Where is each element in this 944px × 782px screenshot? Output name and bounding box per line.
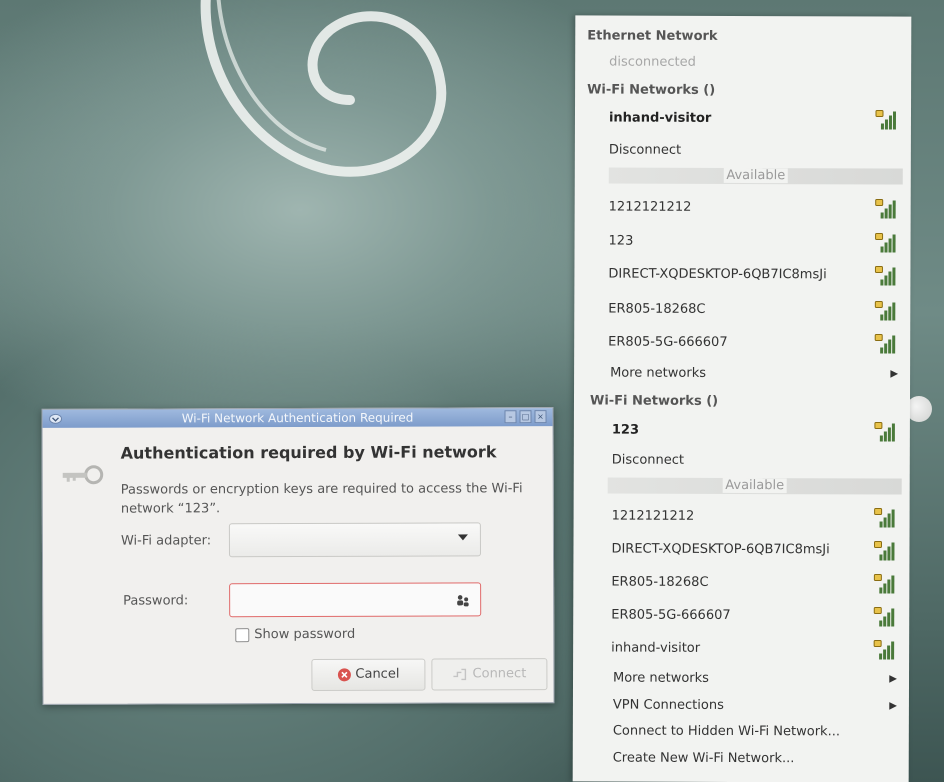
window-menu-icon[interactable] bbox=[48, 413, 63, 425]
wifi-signal-locked-icon bbox=[875, 232, 896, 253]
connect-label: Connect bbox=[472, 666, 527, 682]
wifi-item[interactable]: 123 bbox=[575, 229, 911, 254]
wifi-item[interactable]: DIRECT-XQDESKTOP-6QB7IC8msJi bbox=[574, 262, 910, 287]
available-separator-2: Available bbox=[607, 477, 902, 496]
wifi-item[interactable]: ER805-18268C bbox=[573, 570, 909, 595]
password-label: Password: bbox=[123, 593, 189, 609]
wifi-signal-locked-icon bbox=[873, 540, 895, 561]
wifi-signal-locked-icon bbox=[874, 507, 895, 528]
connect-hidden-wifi[interactable]: Connect to Hidden Wi-Fi Network... bbox=[573, 719, 909, 744]
wifi-disconnect-2[interactable]: Disconnect bbox=[574, 448, 910, 473]
wifi-item[interactable]: 1212121212 bbox=[575, 195, 911, 220]
chevron-right-icon: ▶ bbox=[889, 673, 898, 685]
cancel-icon bbox=[337, 667, 351, 681]
network-menu: Ethernet Network disconnected Wi-Fi Netw… bbox=[572, 15, 912, 782]
wifi-item[interactable]: inhand-visitor bbox=[573, 636, 909, 661]
available-separator-1: Available bbox=[608, 167, 903, 186]
dialog-title: Wi-Fi Network Authentication Required bbox=[181, 410, 414, 426]
wifi-item[interactable]: ER805-5G-666607 bbox=[574, 330, 910, 355]
wifi-signal-locked-icon bbox=[873, 606, 895, 627]
key-icon bbox=[62, 465, 104, 485]
wifi-item[interactable]: ER805-18268C bbox=[574, 297, 910, 322]
wifi-signal-locked-icon bbox=[875, 109, 897, 130]
dialog-message: Passwords or encryption keys are require… bbox=[120, 481, 523, 517]
wifi-item[interactable]: 1212121212 bbox=[574, 504, 910, 529]
cancel-label: Cancel bbox=[355, 666, 400, 682]
dropdown-caret-icon bbox=[457, 534, 468, 541]
wifi-signal-locked-icon bbox=[875, 198, 896, 219]
wifi-networks-header-2: Wi-Fi Networks () bbox=[589, 393, 719, 409]
more-networks-2[interactable]: More networks ▶ bbox=[573, 666, 909, 691]
wifi-signal-locked-icon bbox=[874, 333, 896, 354]
show-password-checkbox[interactable] bbox=[235, 628, 250, 643]
adapter-label: Wi-Fi adapter: bbox=[120, 533, 212, 549]
cancel-button[interactable]: Cancel bbox=[311, 658, 426, 691]
wifi-adapter-select[interactable] bbox=[228, 522, 482, 558]
wifi-auth-dialog: Wi-Fi Network Authentication Required – … bbox=[41, 407, 555, 705]
connect-button[interactable]: Connect bbox=[431, 658, 548, 691]
chevron-right-icon: ▶ bbox=[890, 368, 899, 380]
wifi-signal-locked-icon bbox=[874, 300, 896, 321]
connect-icon bbox=[453, 668, 467, 680]
wifi-signal-locked-icon bbox=[874, 265, 896, 286]
close-button[interactable]: × bbox=[534, 410, 547, 424]
wifi-disconnect-1[interactable]: Disconnect bbox=[575, 138, 911, 163]
wifi-signal-locked-icon bbox=[873, 573, 895, 594]
wifi-connected-item-1[interactable]: inhand-visitor bbox=[575, 106, 911, 131]
dialog-titlebar[interactable]: Wi-Fi Network Authentication Required – … bbox=[42, 408, 553, 428]
chevron-right-icon: ▶ bbox=[889, 700, 897, 712]
wifi-item[interactable]: ER805-5G-666607 bbox=[573, 603, 909, 628]
ethernet-status: disconnected bbox=[609, 54, 696, 70]
show-password-label: Show password bbox=[254, 626, 356, 643]
maximize-button[interactable]: □ bbox=[519, 410, 532, 424]
create-new-wifi[interactable]: Create New Wi-Fi Network... bbox=[573, 746, 909, 771]
dialog-heading: Authentication required by Wi-Fi network bbox=[120, 442, 497, 463]
wifi-signal-locked-icon bbox=[874, 421, 895, 442]
ethernet-header: Ethernet Network bbox=[587, 28, 718, 44]
people-icon[interactable] bbox=[456, 593, 470, 607]
vpn-connections[interactable]: VPN Connections ▶ bbox=[573, 693, 909, 718]
debian-swirl-logo bbox=[200, 0, 447, 177]
password-input[interactable] bbox=[229, 582, 482, 618]
more-networks-1[interactable]: More networks ▶ bbox=[574, 361, 910, 386]
wifi-signal-locked-icon bbox=[873, 639, 895, 660]
minimize-button[interactable]: – bbox=[504, 410, 517, 424]
wifi-item[interactable]: DIRECT-XQDESKTOP-6QB7IC8msJi bbox=[573, 537, 909, 562]
wifi-connected-item-2[interactable]: 123 bbox=[574, 418, 910, 443]
wifi-networks-header-1: Wi-Fi Networks () bbox=[587, 82, 716, 98]
